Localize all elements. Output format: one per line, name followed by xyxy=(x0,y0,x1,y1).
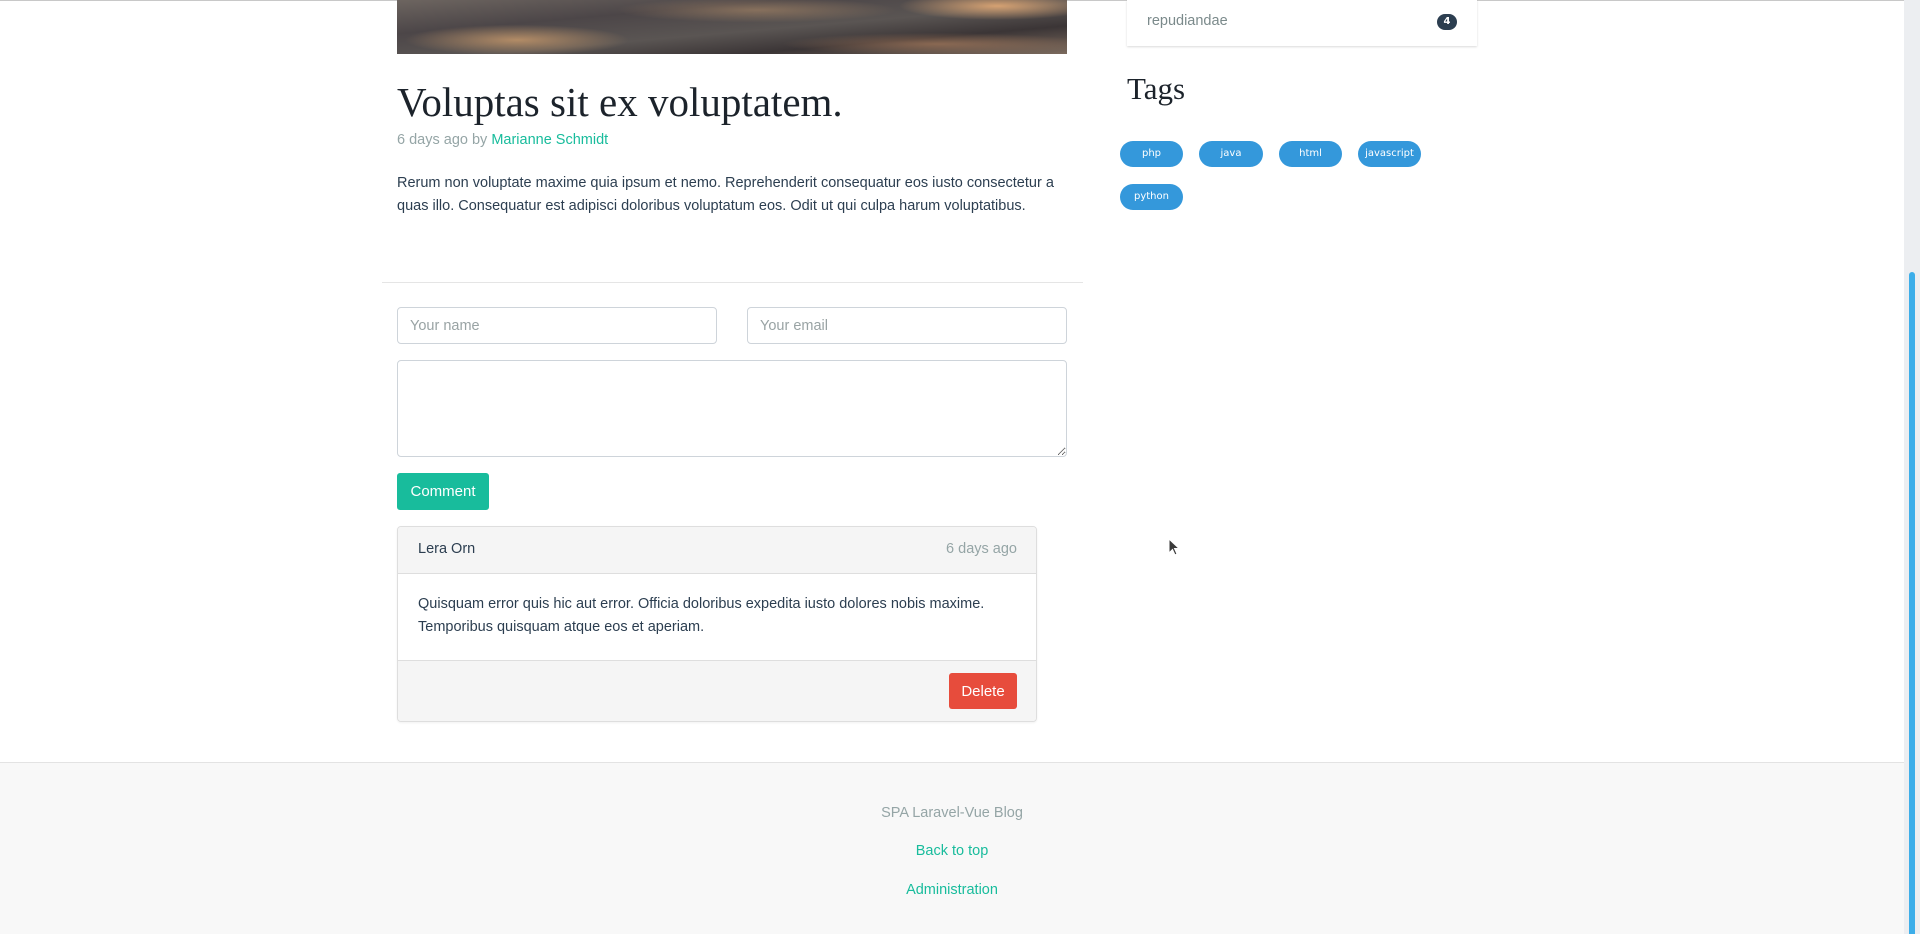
site-footer: SPA Laravel-Vue Blog Back to top Adminis… xyxy=(0,762,1904,934)
post-body: Rerum non voluptate maxime quia ipsum et… xyxy=(397,175,1054,214)
category-count-badge: 4 xyxy=(1437,14,1457,30)
back-to-top-link[interactable]: Back to top xyxy=(916,843,989,859)
post-date: 6 days ago by xyxy=(397,132,492,148)
category-item-repudiandae[interactable]: repudiandae xyxy=(1147,13,1228,29)
comment-email-input[interactable] xyxy=(747,307,1067,344)
section-divider xyxy=(382,282,1083,283)
comment-card: Lera Orn 6 days ago Quisquam error quis … xyxy=(397,526,1037,722)
tag-javascript[interactable]: javascript xyxy=(1358,141,1421,167)
comment-footer: Delete xyxy=(398,660,1036,721)
tags-heading: Tags xyxy=(1127,71,1186,106)
post-meta: 6 days ago by Marianne Schmidt xyxy=(397,132,608,148)
tag-python[interactable]: python xyxy=(1120,184,1183,210)
comment-time: 6 days ago xyxy=(946,541,1017,557)
tag-java[interactable]: java xyxy=(1199,141,1263,167)
delete-comment-button[interactable]: Delete xyxy=(949,673,1017,709)
tag-php[interactable]: php xyxy=(1120,141,1183,167)
comment-body: Quisquam error quis hic aut error. Offic… xyxy=(418,596,985,635)
tag-html[interactable]: html xyxy=(1279,141,1342,167)
comment-author: Lera Orn xyxy=(418,541,476,557)
comment-header: Lera Orn 6 days ago xyxy=(398,527,1036,574)
scrollbar-track[interactable] xyxy=(1904,0,1920,934)
post-author-link[interactable]: Marianne Schmidt xyxy=(491,132,608,148)
administration-link[interactable]: Administration xyxy=(906,882,998,898)
category-list: repudiandae 4 xyxy=(1127,0,1477,46)
post-title: Voluptas sit ex voluptatem. xyxy=(397,79,843,125)
mouse-cursor-icon xyxy=(1168,538,1180,556)
comment-name-input[interactable] xyxy=(397,307,717,344)
post-hero-image xyxy=(397,0,1067,54)
footer-brand: SPA Laravel-Vue Blog xyxy=(881,805,1023,821)
comment-submit-button[interactable]: Comment xyxy=(397,473,489,510)
scrollbar-thumb[interactable] xyxy=(1909,272,1915,934)
comment-message-textarea[interactable] xyxy=(397,360,1067,457)
